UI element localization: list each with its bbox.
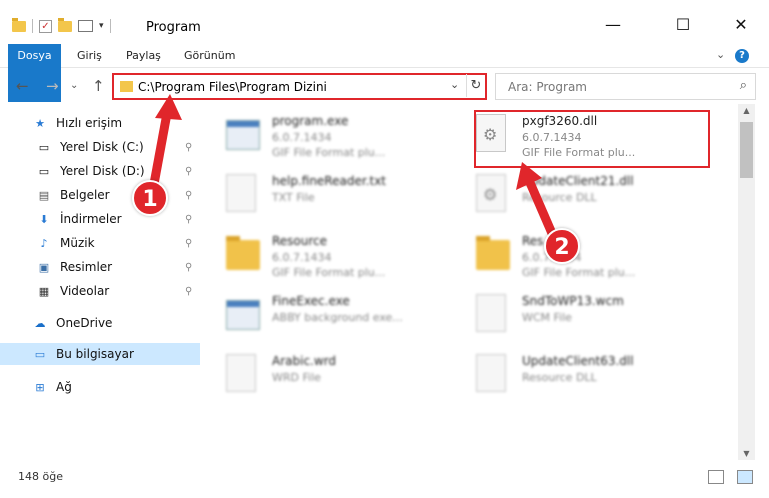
- arrow-2-shaft: [523, 176, 559, 240]
- annotation-arrows: [149, 94, 559, 240]
- arrow-1-head: [155, 94, 182, 120]
- callout-2: 2: [544, 228, 580, 264]
- callout-1: 1: [132, 180, 168, 216]
- arrow-1-shaft: [149, 107, 173, 185]
